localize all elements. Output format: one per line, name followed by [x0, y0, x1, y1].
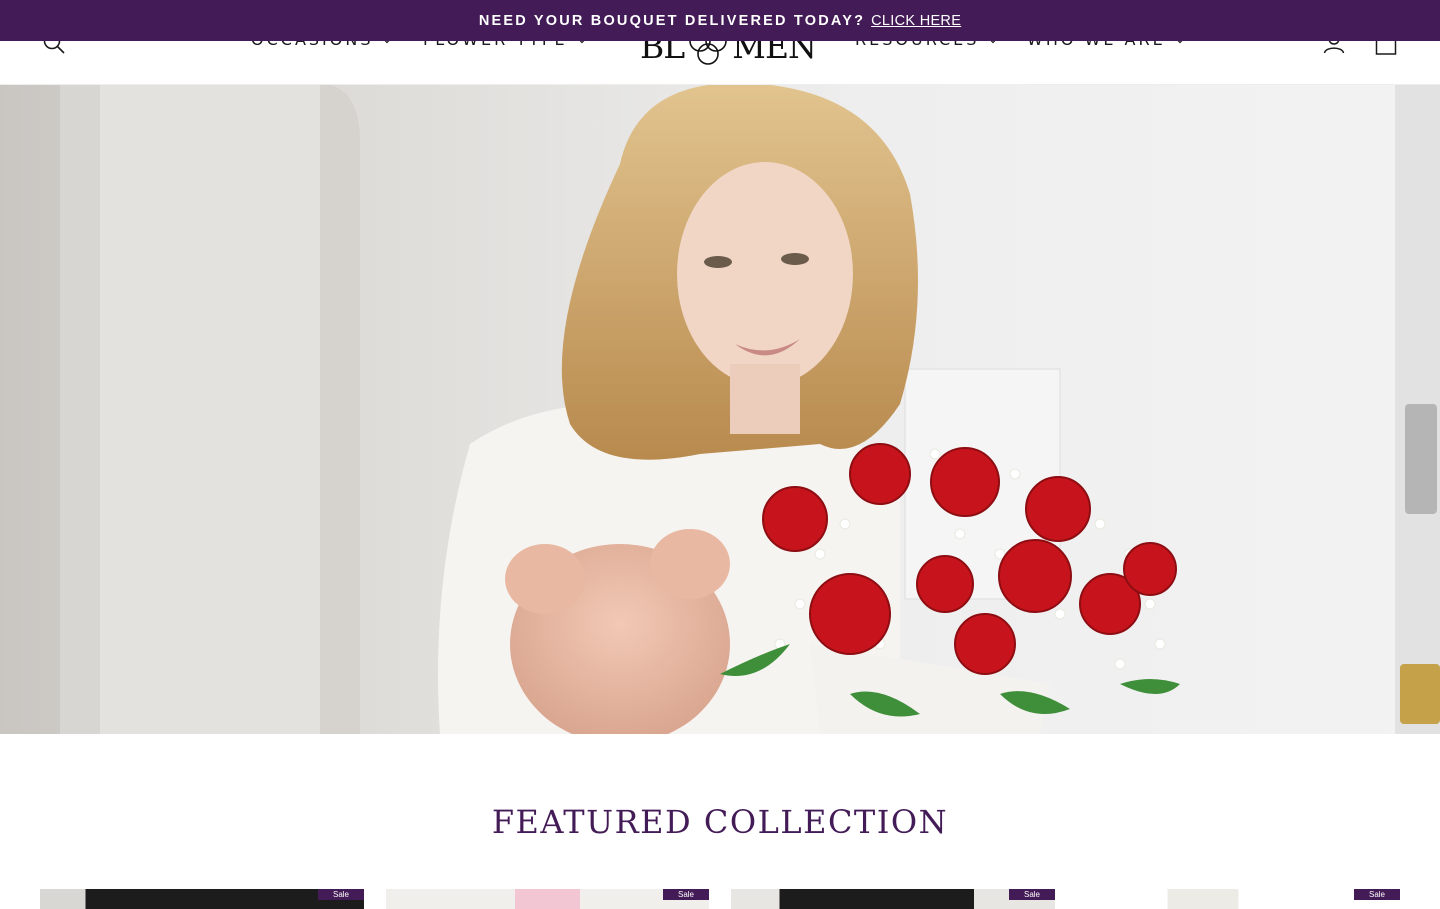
- product-card[interactable]: Sale: [40, 889, 364, 909]
- sale-badge: Sale: [1009, 889, 1055, 900]
- product-image: [1077, 889, 1400, 909]
- sale-badge: Sale: [1354, 889, 1400, 900]
- product-card[interactable]: Sale: [386, 889, 709, 909]
- product-card[interactable]: Sale: [731, 889, 1055, 909]
- product-image: [40, 889, 364, 909]
- sale-badge: Sale: [663, 889, 709, 900]
- announcement-text: NEED YOUR BOUQUET DELIVERED TODAY?: [478, 12, 866, 29]
- hero-banner[interactable]: [0, 84, 1440, 734]
- hero-image: [0, 84, 1440, 734]
- product-image: [731, 889, 1055, 909]
- announcement-link[interactable]: CLICK HERE: [871, 13, 961, 29]
- product-card[interactable]: Sale: [1077, 889, 1400, 909]
- announcement-bar: NEED YOUR BOUQUET DELIVERED TODAY? CLICK…: [0, 0, 1440, 41]
- product-image: [386, 889, 709, 909]
- featured-collection-title: FEATURED COLLECTION: [491, 803, 949, 841]
- sale-badge: Sale: [318, 889, 364, 900]
